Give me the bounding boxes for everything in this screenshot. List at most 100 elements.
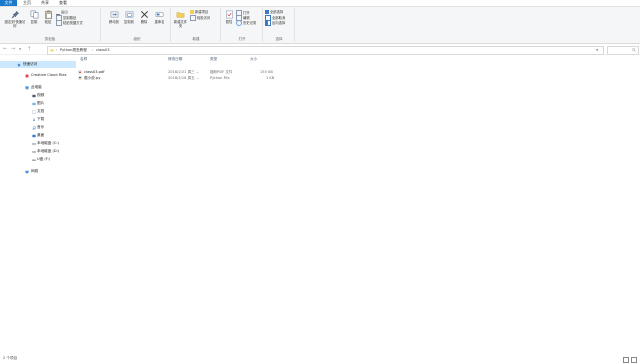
nav-drive-d[interactable]: 本地磁盘 (D:) — [0, 148, 76, 155]
breadcrumb-separator-icon: › — [92, 47, 93, 54]
large-icons-view-icon[interactable] — [631, 357, 637, 363]
select-group: 全部选择 全部取消 反向选择 选择 — [264, 8, 295, 42]
new-folder-icon — [176, 10, 185, 19]
nav-documents[interactable]: 文档 — [0, 108, 76, 115]
network-icon — [25, 170, 29, 174]
move-to-button[interactable]: 移动到 — [107, 10, 121, 24]
computer-icon — [25, 86, 29, 90]
nav-usb-drive[interactable]: U盘 (F:) — [0, 156, 76, 163]
search-input[interactable] — [607, 46, 639, 55]
history-button[interactable]: 历史记录 — [236, 20, 256, 25]
creative-cloud-icon — [25, 74, 29, 78]
open-group: 属性 打开 编辑 历史记录 打开 — [222, 8, 263, 42]
breadcrumb-item[interactable]: class03 — [96, 47, 110, 54]
properties-button[interactable]: 属性 — [223, 10, 235, 24]
column-header-size[interactable]: 大小 — [250, 56, 257, 63]
ribbon: 固定到'快速访问' 复制 粘贴 剪切 复制路径 粘贴快捷方式 剪贴板 移动到 复… — [0, 7, 640, 44]
search-icon — [632, 48, 636, 52]
history-icon — [236, 20, 242, 26]
paste-button[interactable]: 粘贴 — [42, 10, 54, 24]
delete-button[interactable]: 删除 — [138, 10, 150, 24]
paste-icon — [44, 10, 53, 19]
forward-arrow-icon[interactable]: → — [11, 46, 15, 52]
tab-share[interactable]: 共享 — [38, 0, 52, 6]
address-dropdown-icon[interactable]: ▼ — [596, 47, 598, 54]
paste-shortcut-icon — [56, 20, 62, 26]
back-arrow-icon[interactable]: ← — [3, 46, 7, 52]
copy-to-button[interactable]: 复制到 — [122, 10, 136, 24]
rename-button[interactable]: 重命名 — [152, 10, 167, 24]
breadcrumb-separator-icon: › — [56, 47, 57, 54]
nav-drive-c[interactable]: 本地磁盘 (C:) — [0, 140, 76, 147]
nav-quick-access[interactable]: 快速访问 — [0, 61, 76, 68]
breadcrumb-item[interactable]: Python爬虫教程 — [60, 47, 87, 54]
delete-icon — [140, 10, 149, 19]
pdf-file-icon — [78, 70, 82, 74]
select-all-icon — [265, 10, 269, 14]
pin-quick-access-button[interactable]: 固定到'快速访问' — [4, 10, 26, 28]
column-header-name[interactable]: 名称 — [80, 56, 87, 63]
folder-icon — [50, 48, 54, 52]
new-group: 新建文件夹 新建项目 轻松访问 新建 — [172, 8, 221, 42]
invert-selection-icon — [265, 20, 271, 26]
document-icon — [32, 110, 36, 114]
copy-to-icon — [125, 10, 134, 19]
file-date: 2018/2/16 周五 ... — [168, 75, 199, 81]
select-group-label: 选择 — [264, 37, 294, 42]
new-folder-button[interactable]: 新建文件夹 — [173, 10, 188, 28]
drive-icon — [32, 150, 36, 154]
invert-selection-button[interactable]: 反向选择 — [265, 20, 285, 25]
nav-creative-cloud[interactable]: Creative Cloud Files — [0, 72, 76, 79]
column-header-date[interactable]: 修改日期 — [168, 56, 182, 63]
video-icon — [32, 94, 36, 98]
up-arrow-icon[interactable]: ↑ — [27, 46, 31, 52]
desktop-icon — [32, 134, 36, 138]
copy-icon — [30, 10, 39, 19]
clipboard-group: 固定到'快速访问' 复制 粘贴 剪切 复制路径 粘贴快捷方式 剪贴板 — [0, 8, 101, 42]
nav-this-pc[interactable]: 此电脑 — [0, 84, 76, 91]
nav-videos[interactable]: 视频 — [0, 92, 76, 99]
new-group-label: 新建 — [172, 37, 220, 42]
status-item-count: 2 个项目 — [3, 356, 17, 361]
tab-view[interactable]: 查看 — [56, 0, 70, 6]
clipboard-group-label: 剪贴板 — [0, 37, 100, 42]
ribbon-tab-bar: 文件 主页 共享 查看 — [0, 0, 640, 7]
recent-dropdown-icon[interactable]: ▼ — [19, 46, 21, 52]
paste-shortcut-button[interactable]: 粘贴快捷方式 — [56, 20, 83, 25]
star-icon — [17, 63, 21, 67]
python-file-icon — [78, 76, 82, 80]
drive-icon — [32, 142, 36, 146]
address-bar-row: ← → ▼ ↑ › Python爬虫教程 › class03 ▼ — [0, 44, 640, 55]
details-view-icon[interactable] — [623, 357, 629, 363]
file-name: 爬小说.py — [84, 75, 100, 81]
file-list: 名称 修改日期 类型 大小 class03.pdf 2018/2/21 周三 .… — [78, 56, 638, 356]
move-to-icon — [110, 10, 119, 19]
pin-icon — [11, 10, 20, 19]
tab-home[interactable]: 主页 — [20, 0, 34, 6]
column-header-type[interactable]: 类型 — [210, 56, 217, 63]
navigation-pane: 快速访问 Creative Cloud Files 此电脑 视频 图片 文档 下… — [0, 56, 76, 356]
properties-icon — [225, 10, 234, 19]
download-icon — [32, 118, 36, 122]
easy-access-icon — [190, 15, 196, 21]
organize-group: 移动到 复制到 删除 重命名 组织 — [104, 8, 171, 42]
file-size: 1 KB — [266, 75, 274, 81]
copy-button[interactable]: 复制 — [28, 10, 40, 24]
nav-music[interactable]: 音乐 — [0, 124, 76, 131]
file-row[interactable]: 爬小说.py 2018/2/16 周五 ... Python File 1 KB — [78, 75, 278, 81]
tab-file[interactable]: 文件 — [0, 0, 17, 6]
new-item-icon — [190, 10, 194, 14]
usb-drive-icon — [32, 158, 36, 162]
nav-downloads[interactable]: 下载 — [0, 116, 76, 123]
rename-icon — [155, 10, 164, 19]
nav-desktop[interactable]: 桌面 — [0, 132, 76, 139]
nav-pictures[interactable]: 图片 — [0, 100, 76, 107]
nav-network[interactable]: 网络 — [0, 168, 76, 175]
picture-icon — [32, 102, 36, 106]
organize-group-label: 组织 — [104, 37, 170, 42]
file-type: Python File — [210, 75, 230, 81]
open-group-label: 打开 — [222, 37, 262, 42]
address-bar[interactable]: › Python爬虫教程 › class03 ▼ — [47, 46, 604, 55]
easy-access-button[interactable]: 轻松访问 — [190, 15, 210, 20]
music-icon — [32, 126, 36, 130]
